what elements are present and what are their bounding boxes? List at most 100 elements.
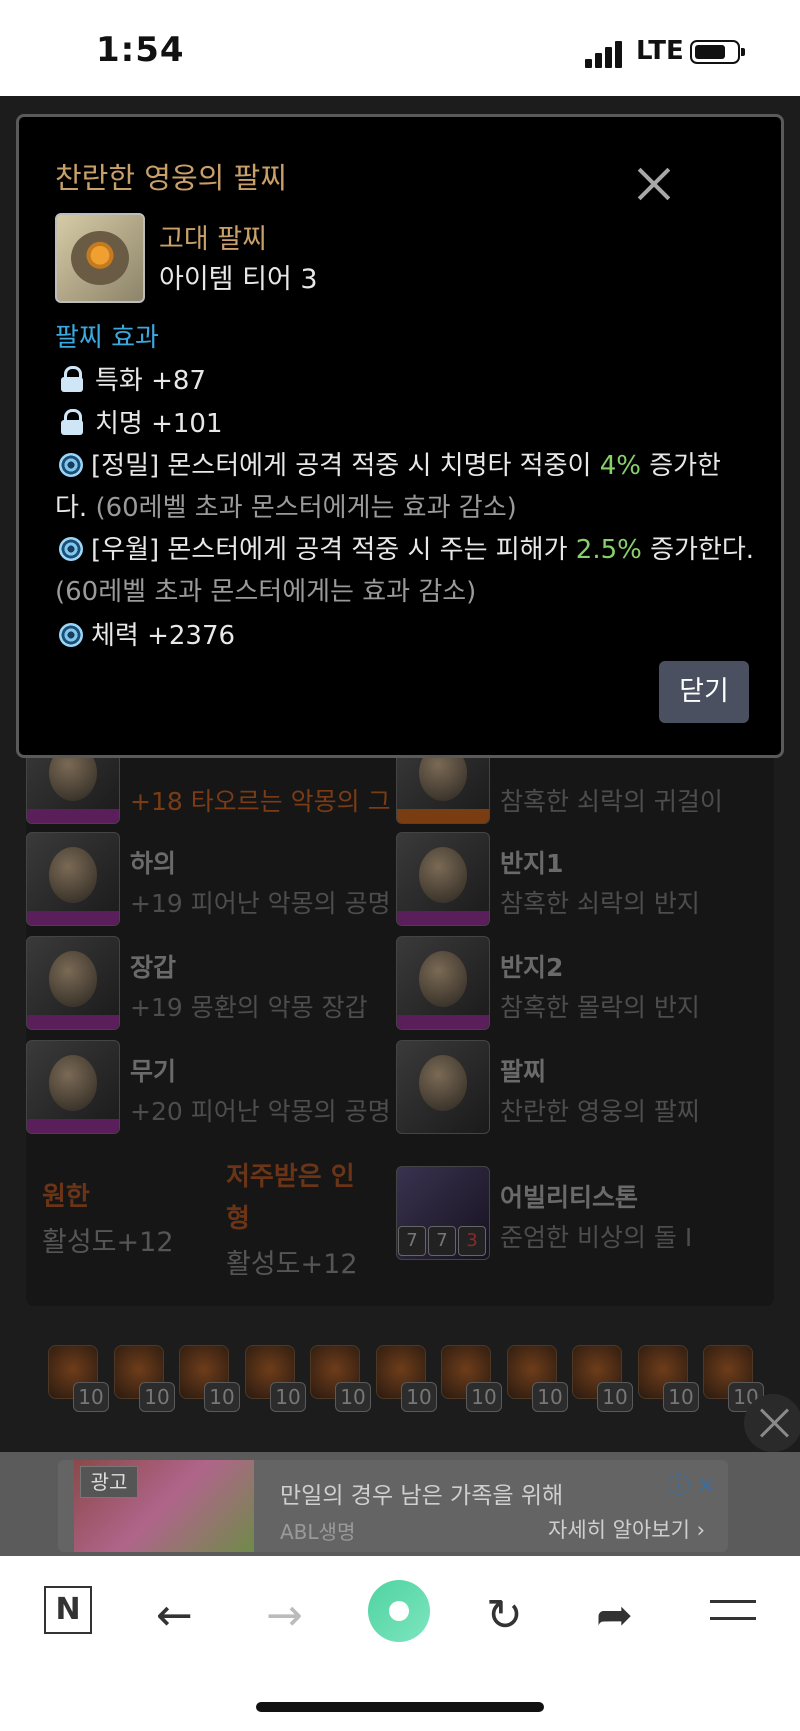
equipment-name: +20 피어난 악몽의 공명 <box>130 1097 391 1126</box>
gem-level: 10 <box>270 1382 306 1412</box>
effect-text: 다. <box>55 493 96 523</box>
equipment-name: +19 몽환의 악몽 장갑 <box>130 993 368 1022</box>
equipment-slot: 장갑 <box>130 953 177 982</box>
effect-note: (60레벨 초과 몬스터에게는 효과 감소) <box>95 493 517 523</box>
stone-level: 7 <box>398 1226 426 1256</box>
ad-close-button[interactable] <box>744 1394 800 1452</box>
close-button[interactable]: 닫기 <box>659 661 749 723</box>
stat-text: 체력 +2376 <box>91 621 236 651</box>
effect-value: 4% <box>599 451 641 481</box>
item-tier: 아이템 티어 3 <box>159 264 318 295</box>
item-detail-modal: 찬란한 영웅의 팔찌 고대 팔찌 아이템 티어 3 팔찌 효과 특화 +87 치… <box>16 114 784 758</box>
equipment-thumbnail <box>26 1040 120 1134</box>
stat-line: 치명 +101 <box>55 403 223 440</box>
section-heading: 팔찌 효과 <box>55 323 159 353</box>
sub-engraving-label: 저주받은 인 <box>226 1162 355 1192</box>
swirl-icon <box>59 453 83 477</box>
gem-level: 10 <box>335 1382 371 1412</box>
gem-level: 10 <box>466 1382 502 1412</box>
lock-icon <box>61 409 83 435</box>
gem[interactable]: 10 <box>114 1345 175 1412</box>
gem[interactable]: 10 <box>245 1345 306 1412</box>
equipment-item[interactable]: 장갑 +19 몽환의 악몽 장갑 <box>26 936 396 1032</box>
menu-icon[interactable] <box>710 1600 756 1634</box>
stone-level: 7 <box>428 1226 456 1256</box>
equipment-name: 준엄한 비상의 돌 I <box>500 1223 693 1252</box>
sub-engraving-value: 활성도+12 <box>42 1227 174 1258</box>
green-dot-icon[interactable] <box>368 1580 430 1642</box>
ad-sponsor: ABL생명 <box>280 1520 356 1544</box>
gem-level: 10 <box>139 1382 175 1412</box>
gem-row: 10 10 10 10 10 10 10 10 10 10 10 <box>42 1345 764 1415</box>
sub-engraving-label: 형 <box>226 1204 250 1234</box>
equipment-name: 참혹한 몰락의 반지 <box>500 993 700 1022</box>
effect-text: [우월] 몬스터에게 공격 적중 시 주는 피해가 <box>91 535 576 565</box>
effect-value: 2.5% <box>575 535 642 565</box>
status-time: 1:54 <box>96 30 185 70</box>
equipment-item[interactable]: 반지2 참혹한 몰락의 반지 <box>396 936 766 1032</box>
gem[interactable]: 10 <box>441 1345 502 1412</box>
stat-text: 치명 +101 <box>95 409 223 439</box>
effect-text: 증가한 <box>640 451 721 481</box>
equipment-item[interactable]: 반지1 참혹한 쇠락의 반지 <box>396 832 766 928</box>
ad-title[interactable]: 만일의 경우 남은 가족을 위해 <box>280 1476 563 1510</box>
stone-level: 3 <box>458 1226 486 1256</box>
equipment-slot: 하의 <box>130 849 177 878</box>
effect-line: [우월] 몬스터에게 공격 적중 시 주는 피해가 2.5% 증가한다. <box>55 529 754 566</box>
equipment-name: 찬란한 영웅의 팔찌 <box>500 1097 700 1126</box>
equipment-slot: 팔찌 <box>500 1057 547 1086</box>
equipment-thumbnail <box>26 936 120 1030</box>
ad-info-icon[interactable]: ⓘ ✕ <box>668 1468 715 1500</box>
effect-text: 증가한다. <box>641 535 755 565</box>
gem-level: 10 <box>532 1382 568 1412</box>
gem-level: 10 <box>597 1382 633 1412</box>
gem-level: 10 <box>663 1382 699 1412</box>
ad-banner[interactable]: 광고 만일의 경우 남은 가족을 위해 ABL생명 자세히 알아보기 › ⓘ ✕ <box>0 1452 800 1556</box>
gem[interactable]: 10 <box>507 1345 568 1412</box>
equipment-slot: 어빌리티스톤 <box>500 1183 639 1212</box>
gem[interactable]: 10 <box>376 1345 437 1412</box>
share-icon[interactable]: ➦ <box>596 1590 633 1641</box>
ad-card[interactable]: 광고 만일의 경우 남은 가족을 위해 ABL생명 자세히 알아보기 › ⓘ ✕ <box>58 1460 728 1552</box>
status-bar: 1:54 LTE <box>0 0 800 96</box>
chevron-right-icon: › <box>696 1518 706 1542</box>
signal-icon <box>585 40 627 68</box>
effect-line: (60레벨 초과 몬스터에게는 효과 감소) <box>55 571 476 608</box>
gem[interactable]: 10 <box>310 1345 371 1412</box>
equipment-item[interactable]: 팔찌 찬란한 영웅의 팔찌 <box>396 1040 766 1136</box>
equipment-thumbnail <box>396 1040 490 1134</box>
ability-stone[interactable]: 7 7 3 어빌리티스톤 준엄한 비상의 돌 I <box>396 1166 766 1262</box>
lock-icon <box>61 366 83 392</box>
gem[interactable]: 10 <box>638 1345 699 1412</box>
equipment-item[interactable]: 무기 +20 피어난 악몽의 공명 <box>26 1040 396 1136</box>
effect-note: (60레벨 초과 몬스터에게는 효과 감소) <box>55 577 477 607</box>
gem[interactable]: 10 <box>179 1345 240 1412</box>
gem-level: 10 <box>401 1382 437 1412</box>
equipment-item[interactable]: 하의 +19 피어난 악몽의 공명 <box>26 832 396 928</box>
ad-more-link[interactable]: 자세히 알아보기 › <box>548 1514 705 1544</box>
gem[interactable]: 10 <box>48 1345 109 1412</box>
equipment-slot: 반지1 <box>500 849 564 878</box>
equipment-slot: 무기 <box>130 1057 177 1086</box>
gem[interactable]: 10 <box>572 1345 633 1412</box>
refresh-icon[interactable]: ↻ <box>486 1590 523 1641</box>
forward-arrow-icon[interactable]: → <box>266 1590 303 1641</box>
gem-level: 10 <box>204 1382 240 1412</box>
swirl-icon <box>59 537 83 561</box>
sub-engraving-value: 활성도+12 <box>226 1249 358 1280</box>
battery-icon <box>690 40 745 64</box>
equipment-name: 참혹한 쇠락의 반지 <box>500 889 700 918</box>
sub-engraving-label: 원한 <box>42 1182 90 1212</box>
close-icon[interactable] <box>637 167 671 201</box>
back-arrow-icon[interactable]: ← <box>156 1590 193 1641</box>
swirl-icon <box>59 623 83 647</box>
gem-level: 10 <box>73 1382 109 1412</box>
naver-home-icon[interactable]: N <box>44 1586 92 1634</box>
ad-tag: 광고 <box>80 1466 138 1498</box>
equipment-name: +19 피어난 악몽의 공명 <box>130 889 391 918</box>
stat-text: 특화 +87 <box>95 366 206 396</box>
effect-line: 다. (60레벨 초과 몬스터에게는 효과 감소) <box>55 487 517 524</box>
effect-text: [정밀] 몬스터에게 공격 적중 시 치명타 적중이 <box>91 451 600 481</box>
home-indicator <box>256 1702 544 1712</box>
gem[interactable]: 10 <box>703 1345 764 1412</box>
